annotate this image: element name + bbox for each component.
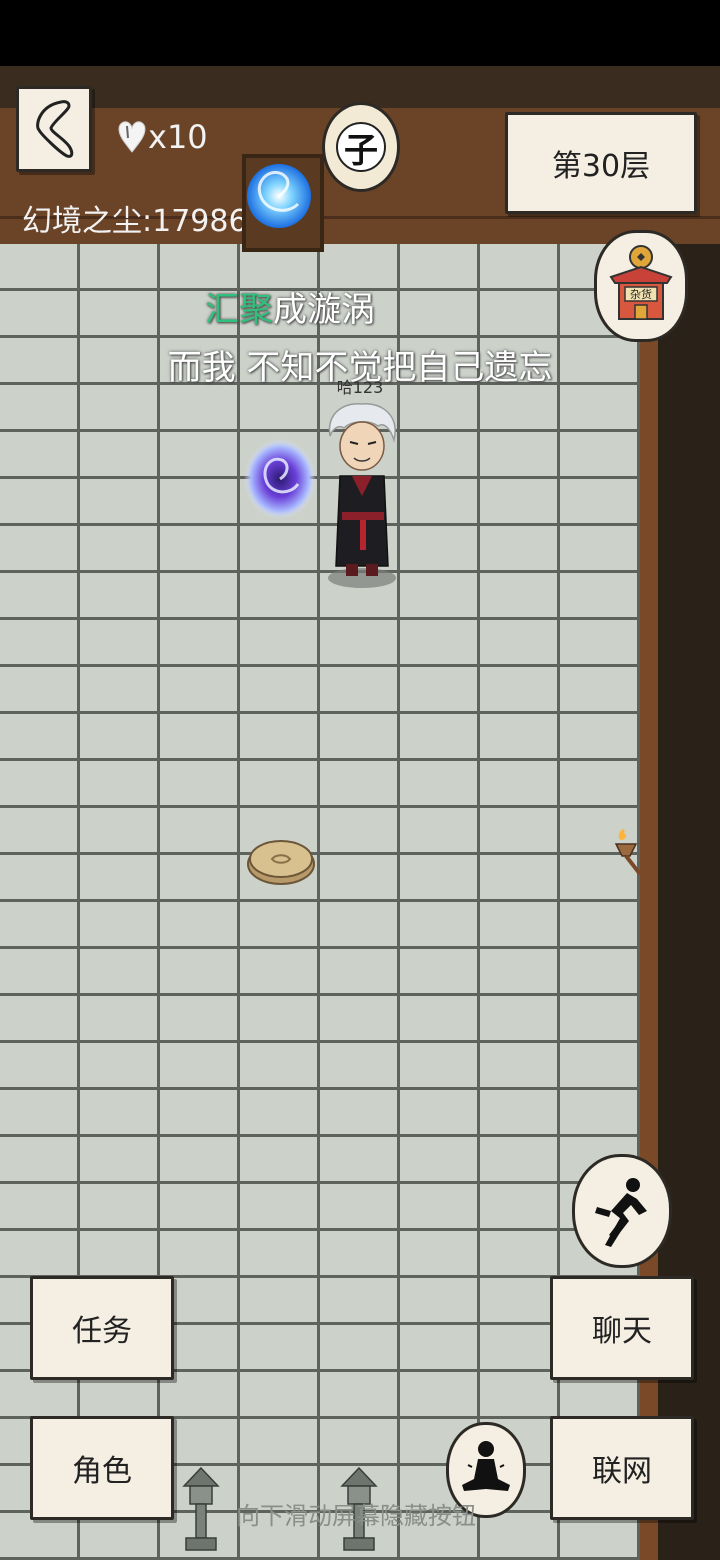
lyric-line-1: 汇聚成漩涡 — [0, 282, 650, 331]
role-button[interactable]: 角色 — [30, 1416, 174, 1520]
run-icon — [595, 1178, 647, 1247]
task-button[interactable]: 任务 — [30, 1276, 174, 1380]
vortex-icon — [247, 164, 311, 228]
stone-lantern-icon — [182, 1466, 220, 1551]
player-character[interactable] — [318, 396, 408, 596]
player-name-tag: 哈123 — [336, 378, 384, 397]
floor-level-label: 第30层 — [505, 112, 697, 214]
time-badge[interactable]: 子 — [322, 102, 400, 192]
dust-value: 17986 — [152, 204, 248, 239]
lyric-highlight: 汇聚 — [205, 290, 273, 330]
lives-counter: x10 — [118, 118, 208, 156]
heart-icon — [118, 121, 146, 153]
back-arrow-icon — [36, 100, 74, 158]
game-view[interactable]: x10 幻境之尘:17986 子 第30层 杂货 汇聚成漩涡 而我 不知不觉把自… — [0, 66, 720, 1560]
wall-portal[interactable] — [242, 154, 324, 252]
sprint-button[interactable] — [572, 1154, 672, 1268]
pressure-plate[interactable] — [246, 834, 316, 888]
hide-buttons-hint: 向下滑动屏幕隐藏按钮 — [236, 1502, 476, 1530]
wall-torch-icon — [614, 829, 642, 876]
network-button[interactable]: 联网 — [550, 1416, 694, 1520]
meditate-icon — [462, 1441, 510, 1491]
dust-label: 幻境之尘: — [22, 204, 153, 239]
dust-counter: 幻境之尘:17986 — [22, 196, 248, 240]
status-bar — [0, 0, 720, 66]
lyric-rest: 成漩涡 — [273, 290, 375, 330]
time-glyph: 子 — [336, 122, 386, 172]
lives-label: x10 — [148, 118, 208, 156]
chat-button[interactable]: 聊天 — [550, 1276, 694, 1380]
floor-portal[interactable] — [240, 436, 320, 522]
back-button[interactable] — [16, 86, 92, 172]
